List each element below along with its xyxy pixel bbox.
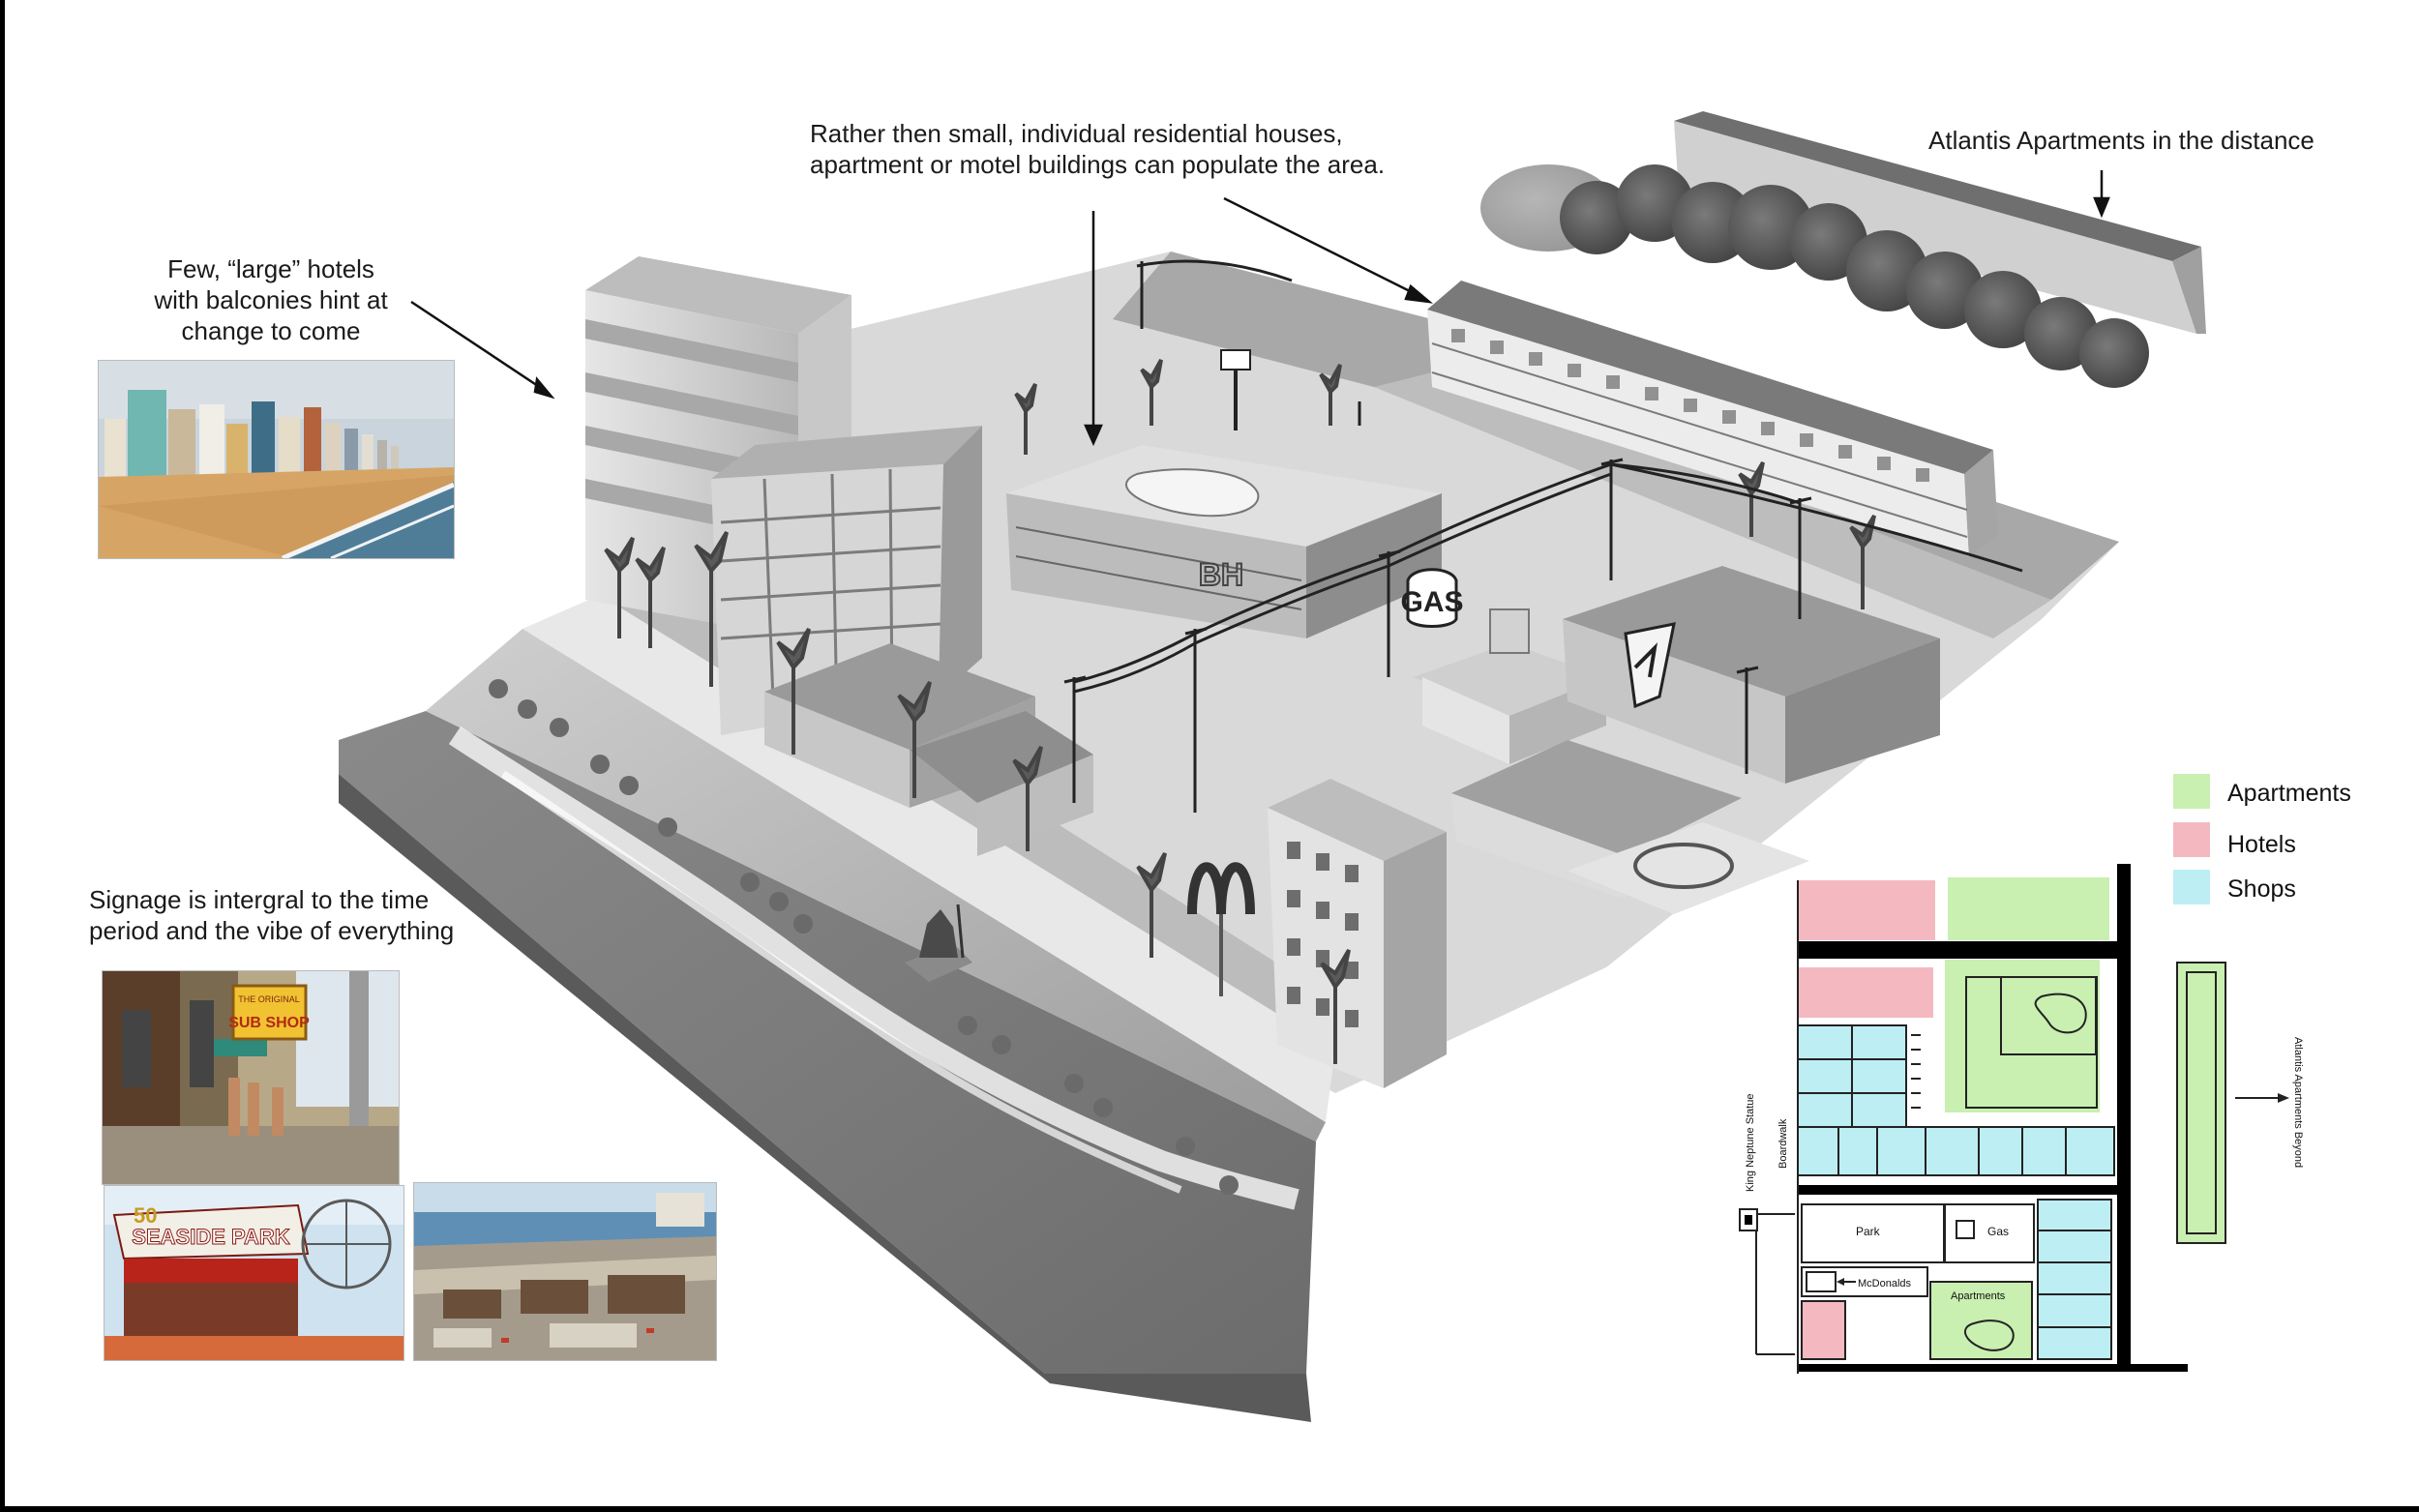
- plan-apartment-lot-top: [1948, 877, 2109, 940]
- plan-label-apartments: Apartments: [1951, 1290, 2006, 1302]
- plan-hotel-lot-top: [1798, 880, 1935, 940]
- plan-label-boardwalk: Boardwalk: [1777, 1118, 1789, 1169]
- plan-road-horizontal-top: [1798, 941, 2117, 959]
- plan-shops-block-right: [2037, 1199, 2112, 1360]
- plan-road-horizontal-bottom: [1798, 1364, 2188, 1372]
- plan-road-vertical: [2117, 864, 2131, 1367]
- plan-atlantis-lot: [2176, 962, 2226, 1244]
- plan-road-horizontal-mid: [1798, 1185, 2117, 1195]
- plan-label-gas: Gas: [1987, 1225, 2009, 1238]
- plan-label-atlantis-beyond: Atlantis Apartments Beyond: [2292, 1037, 2304, 1168]
- plan-hotel-lot: [1798, 967, 1933, 1018]
- plan-hotel-lot-bottom: [1801, 1300, 1846, 1360]
- plan-label-king-neptune: King Neptune Statue: [1745, 1093, 1756, 1192]
- plan-label-mcdonalds: McDonalds: [1858, 1278, 1912, 1290]
- plan-apartment-lot-pool: [1945, 960, 2100, 1112]
- plan-label-park: Park: [1856, 1225, 1881, 1238]
- site-plan: King Neptune Statue Boardwalk Park Gas M…: [1739, 864, 2304, 1374]
